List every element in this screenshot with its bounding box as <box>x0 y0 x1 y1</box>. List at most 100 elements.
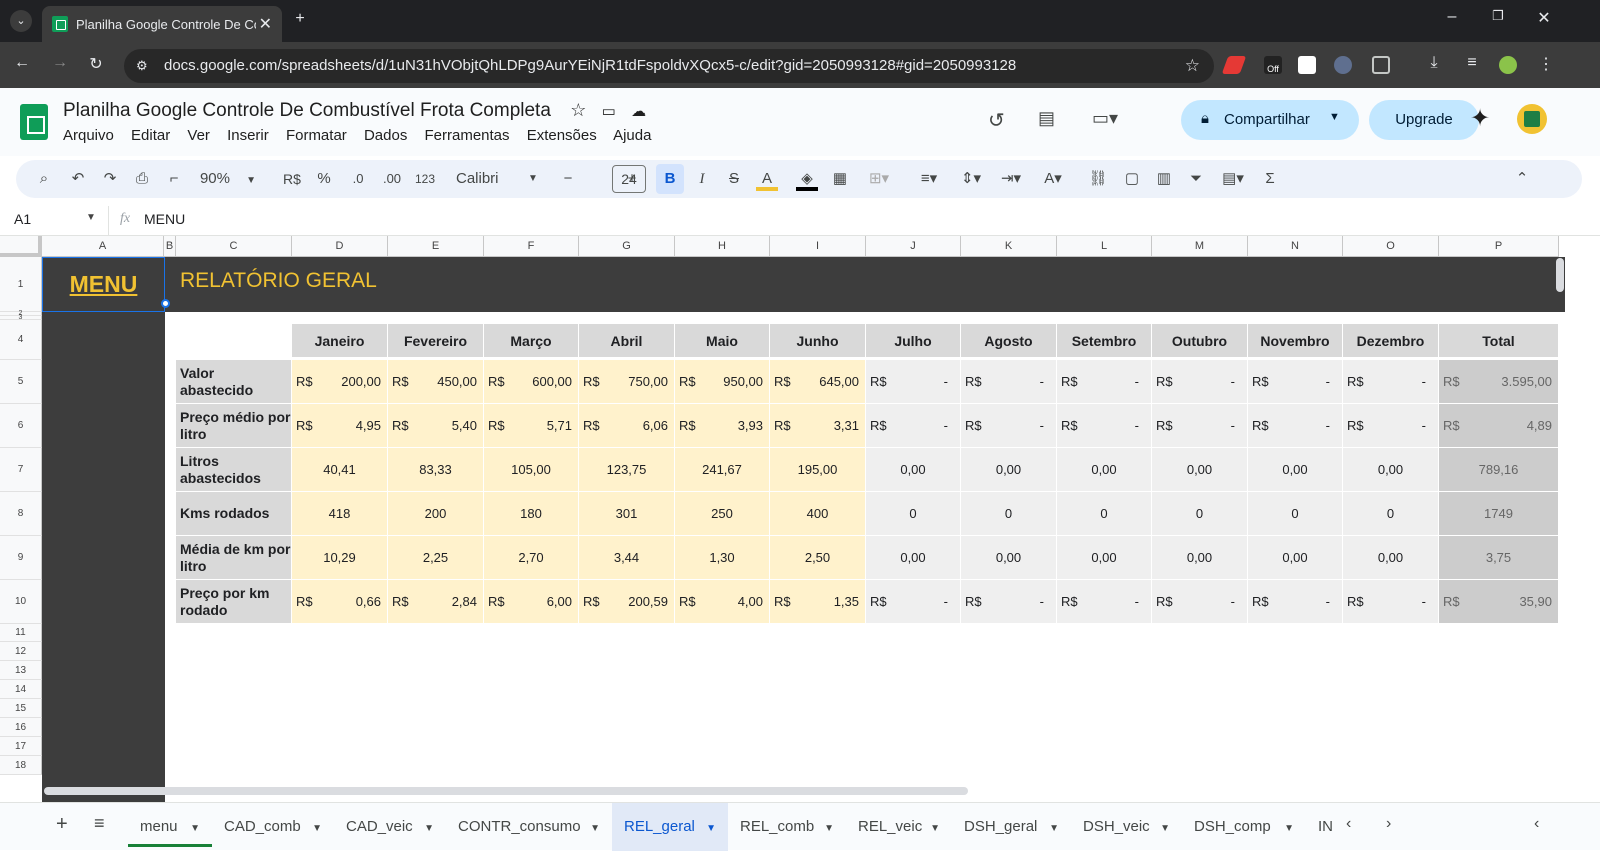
data-cell[interactable]: 301 <box>579 492 675 536</box>
data-cell[interactable]: 1,30 <box>675 536 770 580</box>
zoom-select[interactable]: 90% ▼ <box>198 169 258 189</box>
sheet-tab-dropdown-icon[interactable]: ▼ <box>930 814 940 844</box>
extension-vpn-icon[interactable] <box>1334 56 1352 74</box>
data-cell[interactable]: 0,00 <box>1343 536 1439 580</box>
data-cell[interactable]: R$ - <box>1057 360 1152 404</box>
data-cell[interactable]: R$ - <box>1057 404 1152 448</box>
strikethrough-button[interactable]: S <box>724 169 744 189</box>
format-currency-button[interactable]: R$ <box>280 169 304 189</box>
data-cell[interactable]: 400 <box>770 492 866 536</box>
data-cell[interactable]: R$ 200,59 <box>579 580 675 624</box>
row-header[interactable]: 12 <box>0 642 42 661</box>
data-cell[interactable]: 0,00 <box>1057 448 1152 492</box>
redo-icon[interactable]: ↷ <box>100 169 120 189</box>
data-cell[interactable]: 0 <box>1248 492 1343 536</box>
column-header[interactable]: G <box>579 236 675 257</box>
data-cell[interactable]: R$ 950,00 <box>675 360 770 404</box>
text-color-button[interactable]: A <box>756 169 778 191</box>
sheet-tab-dropdown-icon[interactable]: ▼ <box>1160 814 1170 844</box>
data-cell[interactable]: 0,00 <box>1248 536 1343 580</box>
data-cell[interactable]: 2,25 <box>388 536 484 580</box>
data-cell[interactable]: 200 <box>388 492 484 536</box>
maximize-icon[interactable]: ❐ <box>1488 8 1508 24</box>
data-cell[interactable]: 0,00 <box>866 448 961 492</box>
row-header[interactable]: 5 <box>0 360 42 404</box>
select-all-corner[interactable] <box>0 236 42 257</box>
undo-icon[interactable]: ↶ <box>68 169 88 189</box>
borders-icon[interactable]: ▦ <box>830 169 850 189</box>
scroll-tabs-left-icon[interactable]: ‹ <box>1346 815 1351 833</box>
spreadsheet-grid[interactable]: ABCDEFGHIJKLMNOP 1 2 3 4 5 6 7 8 9 10 11 12 13 14 15 16… <box>0 236 1588 802</box>
data-cell[interactable]: 0,00 <box>1248 448 1343 492</box>
column-header[interactable]: O <box>1343 236 1439 257</box>
data-cell[interactable]: 0,00 <box>1152 448 1248 492</box>
row-header[interactable]: 9 <box>0 536 42 580</box>
row-header[interactable]: 1 <box>0 257 42 312</box>
menu-link-cell[interactable]: MENU <box>42 257 165 312</box>
increase-decimal-button[interactable]: .00 <box>378 169 406 189</box>
menu-dados[interactable]: Dados <box>364 127 407 144</box>
row-header[interactable]: 7 <box>0 448 42 492</box>
sheet-tab[interactable]: IN <box>1306 803 1336 851</box>
browser-tab[interactable]: Planilha Google Controle De Co ✕ <box>42 6 282 42</box>
data-cell[interactable]: 0 <box>961 492 1057 536</box>
menu-formatar[interactable]: Formatar <box>286 127 347 144</box>
data-cell[interactable]: R$ 200,00 <box>292 360 388 404</box>
menu-arquivo[interactable]: Arquivo <box>63 127 114 144</box>
sheet-tab-dropdown-icon[interactable]: ▼ <box>1284 814 1294 844</box>
data-cell[interactable]: 3,75 <box>1439 536 1559 580</box>
sheet-tab-dropdown-icon[interactable]: ▼ <box>824 814 834 844</box>
data-cell[interactable]: 0,00 <box>1152 536 1248 580</box>
merge-cells-icon[interactable]: ⊞▾ <box>864 169 894 189</box>
sheets-logo-icon[interactable] <box>20 104 48 140</box>
data-cell[interactable]: R$ - <box>1057 580 1152 624</box>
extensions-puzzle-icon[interactable] <box>1372 56 1390 74</box>
data-cell[interactable]: 241,67 <box>675 448 770 492</box>
data-cell[interactable]: 0 <box>1057 492 1152 536</box>
data-cell[interactable]: 0,00 <box>961 448 1057 492</box>
data-cell[interactable]: 1749 <box>1439 492 1559 536</box>
document-title[interactable]: Planilha Google Controle De Combustível … <box>63 100 646 122</box>
data-cell[interactable]: 2,70 <box>484 536 579 580</box>
data-cell[interactable]: R$ 450,00 <box>388 360 484 404</box>
decrease-font-size-icon[interactable]: − <box>558 169 578 189</box>
data-cell[interactable]: R$ 35,90 <box>1439 580 1559 624</box>
data-cell[interactable]: 105,00 <box>484 448 579 492</box>
data-cell[interactable]: 0,00 <box>1057 536 1152 580</box>
window-close-icon[interactable]: ✕ <box>1534 8 1554 28</box>
format-percent-button[interactable]: % <box>314 169 334 189</box>
data-cell[interactable]: R$ - <box>1152 404 1248 448</box>
text-rotation-icon[interactable]: A▾ <box>1038 169 1068 189</box>
column-header[interactable]: J <box>866 236 961 257</box>
row-header[interactable]: 11 <box>0 624 42 642</box>
menu-ferramentas[interactable]: Ferramentas <box>424 127 509 144</box>
row-header[interactable]: 18 <box>0 756 42 775</box>
sheet-tab-dropdown-icon[interactable]: ▼ <box>190 814 200 844</box>
column-header[interactable]: F <box>484 236 579 257</box>
bookmark-star-icon[interactable]: ☆ <box>1185 49 1200 83</box>
data-cell[interactable]: 0 <box>1343 492 1439 536</box>
fill-color-icon[interactable]: ◈ <box>796 169 818 191</box>
data-cell[interactable]: R$ 6,06 <box>579 404 675 448</box>
vertical-align-icon[interactable]: ⇕▾ <box>956 169 986 189</box>
data-cell[interactable]: 0 <box>1152 492 1248 536</box>
column-header[interactable]: K <box>961 236 1057 257</box>
row-header[interactable]: 8 <box>0 492 42 536</box>
data-cell[interactable]: 3,44 <box>579 536 675 580</box>
data-cell[interactable]: R$ 750,00 <box>579 360 675 404</box>
download-icon[interactable]: ⤓ <box>1424 54 1444 72</box>
data-cell[interactable]: 0,00 <box>866 536 961 580</box>
formula-input[interactable]: MENU <box>144 211 185 227</box>
selection-handle[interactable] <box>161 299 170 308</box>
increase-font-size-icon[interactable]: + <box>622 169 642 189</box>
data-cell[interactable]: 418 <box>292 492 388 536</box>
share-dropdown-icon[interactable]: ▼ <box>1329 111 1340 123</box>
sheet-tab[interactable]: DSH_comp ▼ <box>1182 803 1306 851</box>
minimize-icon[interactable]: – <box>1442 8 1462 26</box>
sheet-tab-dropdown-icon[interactable]: ▼ <box>706 814 716 844</box>
decrease-decimal-button[interactable]: .0 <box>346 169 370 189</box>
data-cell[interactable]: 0,00 <box>961 536 1057 580</box>
data-cell[interactable]: R$ 5,71 <box>484 404 579 448</box>
data-cell[interactable]: 83,33 <box>388 448 484 492</box>
data-cell[interactable]: 10,29 <box>292 536 388 580</box>
